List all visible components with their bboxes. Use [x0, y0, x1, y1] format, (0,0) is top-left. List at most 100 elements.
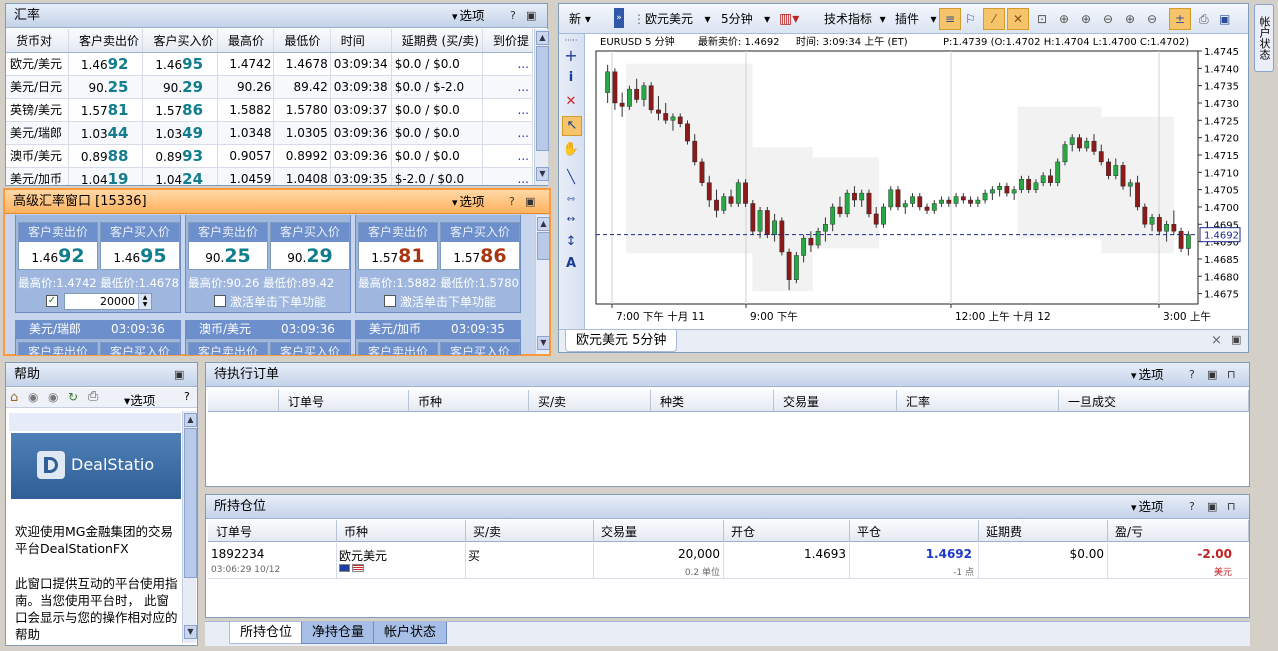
rates-column-header[interactable]: 最低价	[273, 29, 331, 53]
indicators-dropdown[interactable]: 技术指标 ▾	[824, 6, 886, 32]
move-tool-icon[interactable]: ⇿	[559, 194, 583, 205]
positions-column-header[interactable]: 交易量	[601, 523, 637, 540]
price-chart[interactable]: 1.4745 1.4740 1.4735 1.4730 1.4725 1.4720 1.47…	[586, 34, 1248, 329]
sell-quote-button[interactable]: 客户卖出价 1.5781	[358, 222, 438, 270]
alert-link[interactable]: ...	[518, 126, 529, 140]
sell-quote-button[interactable]: 客户卖出价	[18, 342, 98, 355]
alert-cell[interactable]: ...	[482, 144, 533, 168]
help-options-menu[interactable]: ▾选项	[124, 390, 155, 409]
table-row[interactable]: 澳币/美元 0.8988 0.8993 0.9057 0.8992 03:09:36 $0.…	[6, 144, 533, 168]
home-icon[interactable]: ⌂	[10, 390, 18, 405]
zoom-in-icon[interactable]: ⊕	[1059, 6, 1069, 32]
table-row[interactable]: 欧元/美元 1.4692 1.4695 1.4742 1.4678 03:09:34 $0.…	[6, 52, 533, 76]
orders-column-header[interactable]: 买/卖	[538, 393, 566, 410]
close-price[interactable]: 1.4692	[850, 547, 972, 561]
rates-column-header[interactable]: 延期费 (买/卖)	[391, 29, 483, 53]
tab-account-status[interactable]: 帐户状态	[373, 622, 448, 644]
zoom-in-x-icon[interactable]: ⊕	[1081, 6, 1091, 32]
pin-icon[interactable]: ⊓	[1227, 363, 1236, 386]
rates-column-header[interactable]: 客户买入价	[142, 29, 219, 53]
new-chart-button[interactable]: 新 ▾	[569, 6, 591, 32]
sell-quote-button[interactable]: 客户卖出价 90.25	[188, 222, 268, 270]
orders-column-header[interactable]: 交易量	[783, 393, 819, 410]
positions-column-header[interactable]: 买/卖	[473, 523, 501, 540]
tab-net-positions[interactable]: 净持仓量	[301, 622, 376, 644]
pin-icon[interactable]: ⊓	[1227, 495, 1236, 518]
help-icon[interactable]: ?	[1189, 363, 1195, 386]
adv-scrollbar[interactable]: ▲ ▼	[535, 215, 550, 354]
trendline-icon[interactable]: ⁄	[983, 8, 1005, 30]
rates-options-menu[interactable]: 选项	[452, 4, 485, 27]
account-side-tab[interactable]: 帐户状态	[1254, 4, 1274, 72]
positions-options-menu[interactable]: 选项	[1131, 495, 1164, 518]
sell-quote-button[interactable]: 客户卖出价 1.4692	[18, 222, 98, 270]
plugins-dropdown[interactable]: 插件 ▾	[895, 6, 936, 32]
positions-column-header[interactable]: 延期费	[986, 523, 1022, 540]
orders-column-header[interactable]: 币种	[418, 393, 442, 410]
table-row[interactable]: 美元/日元 90.25 90.29 90.26 89.42 03:09:38 $0.0 / …	[6, 75, 533, 99]
alert-cell[interactable]: ...	[482, 121, 533, 145]
one-click-checkbox[interactable]	[384, 295, 396, 307]
rate-tile-header[interactable]: 澳币/美元 03:09:36	[185, 320, 351, 338]
line-tool-icon[interactable]: ╲	[559, 170, 583, 185]
help-scrollbar[interactable]: ▲ ▼	[182, 411, 197, 643]
restore-icon[interactable]: ▣	[174, 363, 184, 386]
sell-quote-button[interactable]: 客户卖出价	[358, 342, 438, 355]
rate-tile-header[interactable]: 美元/加币 03:09:35	[355, 320, 521, 338]
chart-type-icon[interactable]: ▥▾	[779, 6, 799, 32]
buy-quote-button[interactable]: 客户买入价	[270, 342, 350, 355]
refresh-icon[interactable]: ↻	[68, 390, 78, 404]
chart-tab[interactable]: 欧元美元 5分钟	[565, 330, 678, 352]
crosshair-tool-icon[interactable]: +	[559, 46, 583, 65]
table-row[interactable]: 英镑/美元 1.5781 1.5786 1.5882 1.5780 03:09:37 $0.…	[6, 98, 533, 122]
orders-options-menu[interactable]: 选项	[1131, 363, 1164, 386]
buy-quote-button[interactable]: 客户买入价 1.4695	[100, 222, 180, 270]
rates-column-header[interactable]: 货币对	[6, 29, 69, 53]
one-click-checkbox[interactable]	[214, 295, 226, 307]
positions-column-header[interactable]: 盈/亏	[1115, 523, 1143, 540]
positions-column-header[interactable]: 币种	[344, 523, 368, 540]
back-icon[interactable]: ◉	[28, 390, 38, 404]
scroll-down-icon[interactable]: ▼	[536, 167, 549, 181]
alert-link[interactable]: ...	[518, 149, 529, 163]
pointer-tool-icon[interactable]: ↖	[562, 116, 582, 136]
zoom-out-y-icon[interactable]: ⊖	[1147, 6, 1157, 32]
sell-quote-button[interactable]: 客户卖出价	[188, 342, 268, 355]
delete-tool-icon[interactable]: ✕	[559, 94, 583, 109]
alert-cell[interactable]: ...	[482, 167, 533, 186]
flag-icon[interactable]: ⚐	[965, 6, 976, 32]
interval-dropdown[interactable]: 5分钟 ▾	[721, 6, 770, 32]
positions-column-header[interactable]: 开仓	[731, 523, 755, 540]
scroll-up-icon[interactable]: ▲	[537, 217, 550, 231]
forward-icon[interactable]: ◉	[48, 390, 58, 404]
fit-icon[interactable]: ⊡	[1037, 6, 1047, 32]
orders-column-header[interactable]: 订单号	[288, 393, 324, 410]
orders-column-header[interactable]: 种类	[660, 393, 684, 410]
autoscale-icon[interactable]: ±	[1169, 8, 1191, 30]
rates-column-header[interactable]: 到价提	[482, 29, 533, 53]
alert-link[interactable]: ...	[518, 172, 529, 186]
tab-positions[interactable]: 所持仓位	[229, 622, 304, 644]
crosshair-icon[interactable]: ✕	[1007, 8, 1029, 30]
info-tool-icon[interactable]: i	[559, 70, 583, 85]
restore-icon[interactable]: ▣	[1207, 363, 1217, 386]
buy-quote-button[interactable]: 客户买入价 1.5786	[440, 222, 520, 270]
help-icon[interactable]: ?	[509, 190, 515, 213]
help-icon[interactable]: ?	[184, 390, 190, 403]
positions-column-header[interactable]: 平仓	[857, 523, 881, 540]
help-icon[interactable]: ?	[510, 4, 516, 27]
alert-cell[interactable]: ...	[482, 98, 533, 122]
adv-options-menu[interactable]: 选项	[452, 190, 485, 213]
restore-icon[interactable]: ▣	[525, 190, 535, 213]
table-row[interactable]: 美元/瑞郎 1.0344 1.0349 1.0348 1.0305 03:09:36 $0.…	[6, 121, 533, 145]
help-icon[interactable]: ?	[1189, 495, 1195, 518]
restore-icon[interactable]: ▣	[526, 4, 536, 27]
alert-cell[interactable]: ...	[482, 52, 533, 76]
bar-style-icon[interactable]: ≡	[939, 8, 961, 30]
alert-link[interactable]: ...	[518, 57, 529, 71]
amount-stepper[interactable]: ▲ ▼	[138, 294, 151, 309]
alert-link[interactable]: ...	[518, 80, 529, 94]
scroll-down-icon[interactable]: ▼	[537, 336, 550, 350]
alert-cell[interactable]: ...	[482, 75, 533, 99]
close-tab-icon[interactable]: ×	[1211, 333, 1222, 348]
